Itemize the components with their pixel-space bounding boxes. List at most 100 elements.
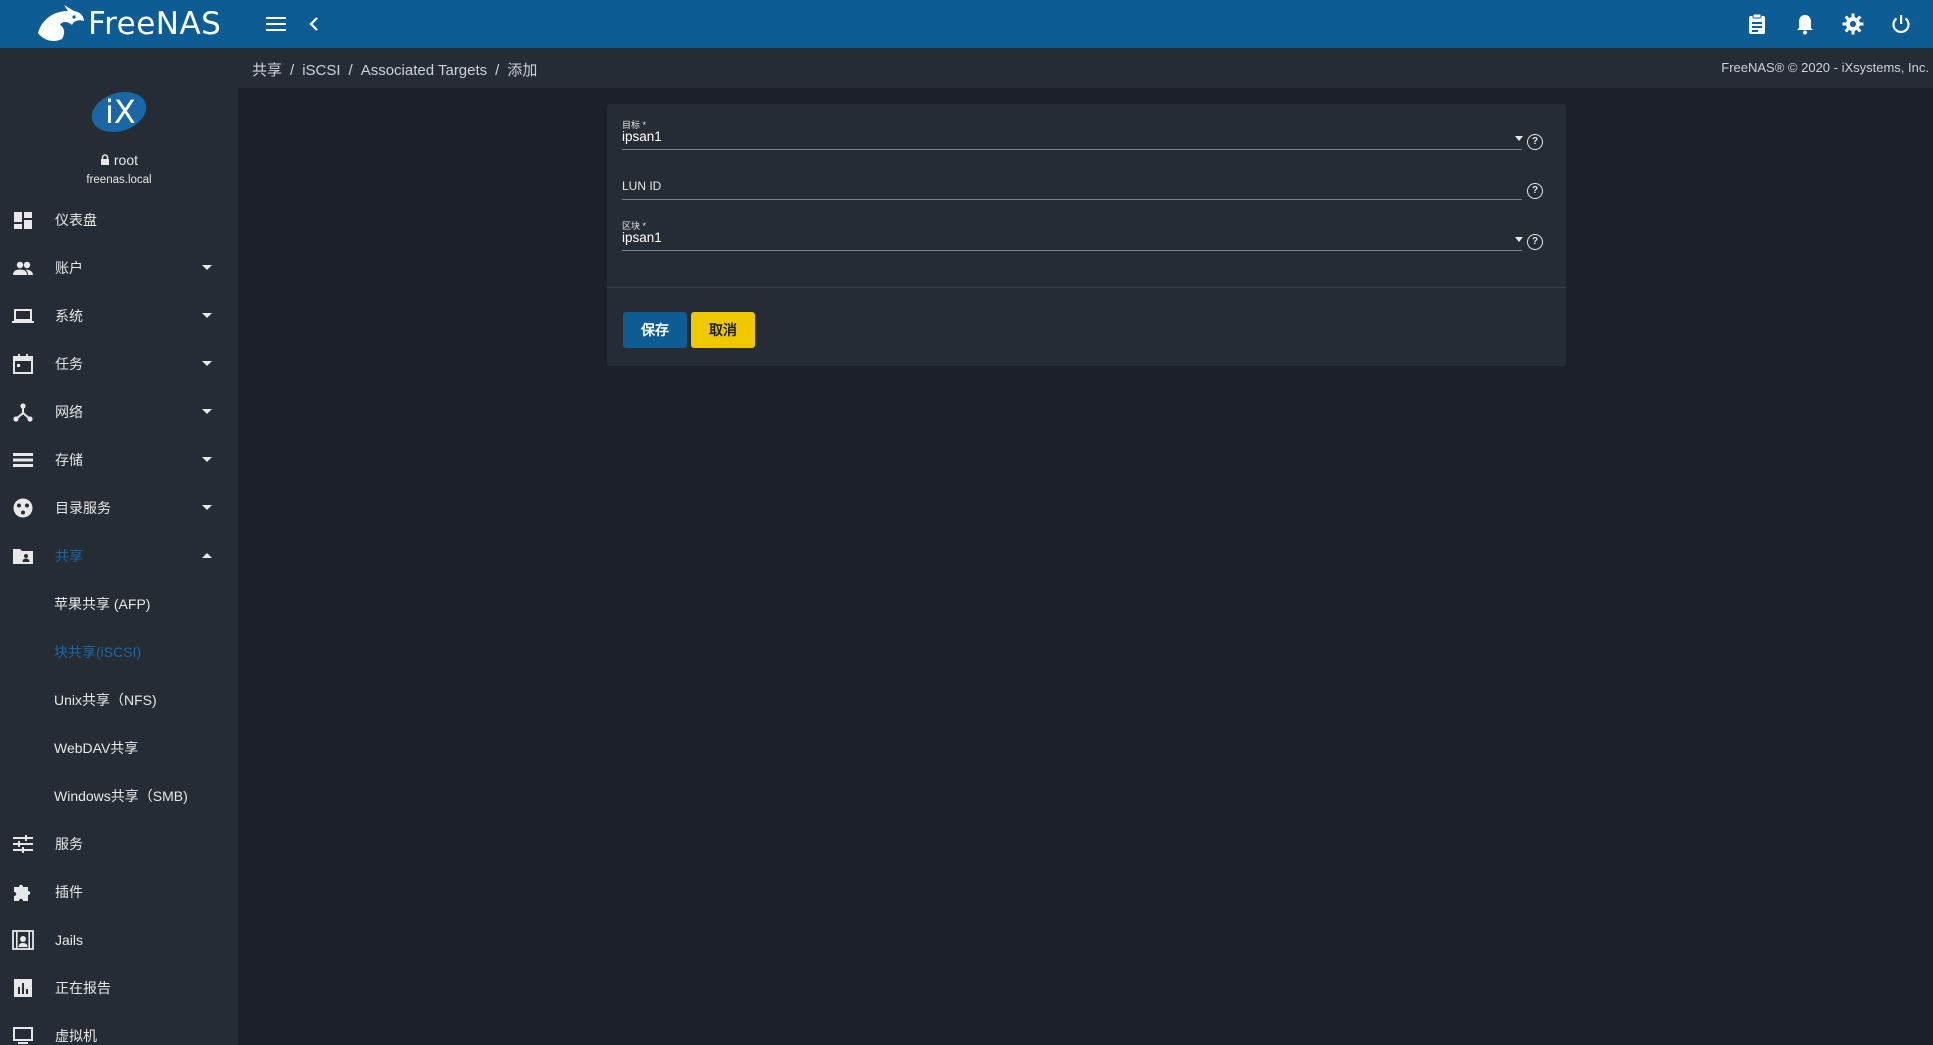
puzzle-icon: [14, 884, 31, 901]
sidebar-item-label: 存储: [55, 452, 83, 468]
host-name: freenas.local: [86, 174, 152, 186]
sidebar-subitem-afp[interactable]: 苹果共享 (AFP): [0, 580, 238, 628]
extent-help-icon[interactable]: ?: [1527, 234, 1543, 250]
power-icon: [1892, 15, 1910, 34]
computer-icon: [13, 1027, 33, 1044]
sidebar-item-tasks[interactable]: 任务: [0, 340, 238, 388]
sidebar-item-label: 网络: [55, 404, 83, 420]
storage-icon: [13, 453, 33, 467]
jail-icon: [12, 930, 34, 950]
menu-toggle-button[interactable]: [256, 4, 296, 44]
calendar-icon: [13, 354, 33, 374]
caret-down-icon: [202, 409, 212, 414]
ix-logo-text: iX: [105, 93, 136, 131]
folder-shared-icon: [13, 549, 33, 564]
sidebar-item-label: 目录服务: [55, 500, 111, 516]
sidebar-subitem-nfs[interactable]: Unix共享（NFS): [0, 676, 238, 724]
sidebar-subitem-webdav[interactable]: WebDAV共享: [0, 724, 238, 772]
extent-underline: [622, 250, 1522, 251]
freenas-shark-icon: [38, 5, 84, 41]
lun-id-input[interactable]: LUN ID: [622, 168, 1522, 208]
sidebar-subitem-label: Unix共享（NFS): [54, 692, 157, 708]
breadcrumb-separator: /: [290, 62, 295, 79]
bell-icon: [1797, 15, 1813, 35]
laptop-icon: [12, 309, 34, 323]
target-help-icon[interactable]: ?: [1527, 134, 1543, 150]
sidebar-item-storage[interactable]: 存储: [0, 436, 238, 484]
dashboard-icon: [14, 212, 32, 229]
cancel-button[interactable]: 取消: [691, 312, 755, 348]
copyright-text: FreeNAS® © 2020 - iXsystems, Inc.: [1721, 60, 1929, 75]
sidebar-item-accounts[interactable]: 账户: [0, 244, 238, 292]
bar-chart-icon: [14, 979, 32, 997]
sidebar-item-plugins[interactable]: 插件: [0, 868, 238, 916]
freenas-logo[interactable]: FreeNAS: [0, 3, 238, 45]
sidebar-item-network[interactable]: 网络: [0, 388, 238, 436]
caret-up-icon: [202, 553, 212, 558]
network-icon: [13, 403, 33, 422]
sidebar-item-system[interactable]: 系统: [0, 292, 238, 340]
dropdown-arrow-icon: [1515, 237, 1523, 242]
target-select[interactable]: 目标 * ipsan1: [622, 118, 1523, 158]
collapse-sidebar-button[interactable]: [294, 4, 334, 44]
breadcrumb-bar: 共享 / iSCSI / Associated Targets / 添加 FreeNAS® …: [238, 48, 1933, 88]
sidebar-item-dashboard[interactable]: 仪表盘: [0, 196, 238, 244]
sidebar-item-services[interactable]: 服务: [0, 820, 238, 868]
breadcrumb-associated-targets[interactable]: Associated Targets: [361, 62, 487, 79]
sidebar-item-reporting[interactable]: 正在报告: [0, 964, 238, 1012]
user-name-row: root: [0, 152, 238, 168]
sidebar-item-sharing[interactable]: 共享: [0, 532, 238, 580]
lun-id-label: LUN ID: [622, 179, 662, 193]
power-button[interactable]: [1881, 4, 1921, 44]
sidebar-item-label: 虚拟机: [55, 1028, 97, 1044]
save-button[interactable]: 保存: [623, 312, 687, 348]
sidebar-item-label: 账户: [55, 260, 83, 276]
caret-down-icon: [202, 313, 212, 318]
sidebar-subitem-iscsi[interactable]: 块共享(iSCSI): [0, 628, 238, 676]
caret-down-icon: [202, 265, 212, 270]
settings-button[interactable]: [1833, 4, 1873, 44]
sidebar-item-label: 任务: [55, 356, 83, 372]
user-name: root: [113, 152, 138, 168]
top-bar: FreeNAS: [0, 0, 1933, 48]
breadcrumb-current: 添加: [507, 62, 538, 79]
add-associated-target-form: 目标 * ipsan1 ? LUN ID ? 区块 * ipsan1 ? 保存 …: [607, 104, 1566, 366]
breadcrumb-iscsi[interactable]: iSCSI: [302, 62, 340, 79]
extent-select[interactable]: 区块 * ipsan1: [622, 219, 1523, 259]
directory-services-icon: [13, 498, 33, 518]
sidebar-subitem-label: 苹果共享 (AFP): [54, 596, 151, 612]
dropdown-arrow-icon: [1515, 136, 1523, 141]
breadcrumb-separator: /: [348, 62, 353, 79]
caret-down-icon: [202, 457, 212, 462]
sidebar-item-label: 仪表盘: [55, 212, 97, 228]
lock-icon: [100, 154, 109, 165]
app-name: FreeNAS: [88, 6, 222, 42]
sidebar-item-label: 系统: [55, 308, 83, 324]
sidebar-item-virtual-machines[interactable]: 虚拟机: [0, 1012, 238, 1045]
sidebar-item-label: 正在报告: [55, 980, 111, 996]
user-profile: iX root freenas.local: [0, 48, 238, 196]
sidebar-subitem-smb[interactable]: Windows共享（SMB): [0, 772, 238, 820]
lun-id-underline: [622, 199, 1522, 200]
lun-id-help-icon[interactable]: ?: [1527, 183, 1543, 199]
sidebar-subitem-label: 块共享(iSCSI): [54, 644, 142, 660]
task-manager-button[interactable]: [1737, 4, 1777, 44]
breadcrumb: 共享 / iSCSI / Associated Targets / 添加: [252, 59, 537, 80]
notifications-button[interactable]: [1785, 4, 1825, 44]
sidebar-item-directory-services[interactable]: 目录服务: [0, 484, 238, 532]
clipboard-icon: [1749, 13, 1765, 34]
caret-down-icon: [202, 505, 212, 510]
target-underline: [622, 149, 1522, 150]
sidebar-item-jails[interactable]: Jails: [0, 916, 238, 964]
sidebar-subitem-label: WebDAV共享: [54, 740, 139, 756]
ix-systems-logo[interactable]: iX: [90, 86, 148, 136]
sidebar-item-label: Jails: [55, 932, 84, 948]
caret-down-icon: [202, 361, 212, 366]
breadcrumb-sharing[interactable]: 共享: [252, 62, 282, 79]
form-divider: [607, 287, 1566, 288]
breadcrumb-separator: /: [495, 62, 500, 79]
chevron-left-icon: [309, 17, 318, 31]
target-value: ipsan1: [622, 129, 662, 144]
people-icon: [13, 261, 33, 275]
sidebar-item-label: 插件: [55, 884, 83, 900]
